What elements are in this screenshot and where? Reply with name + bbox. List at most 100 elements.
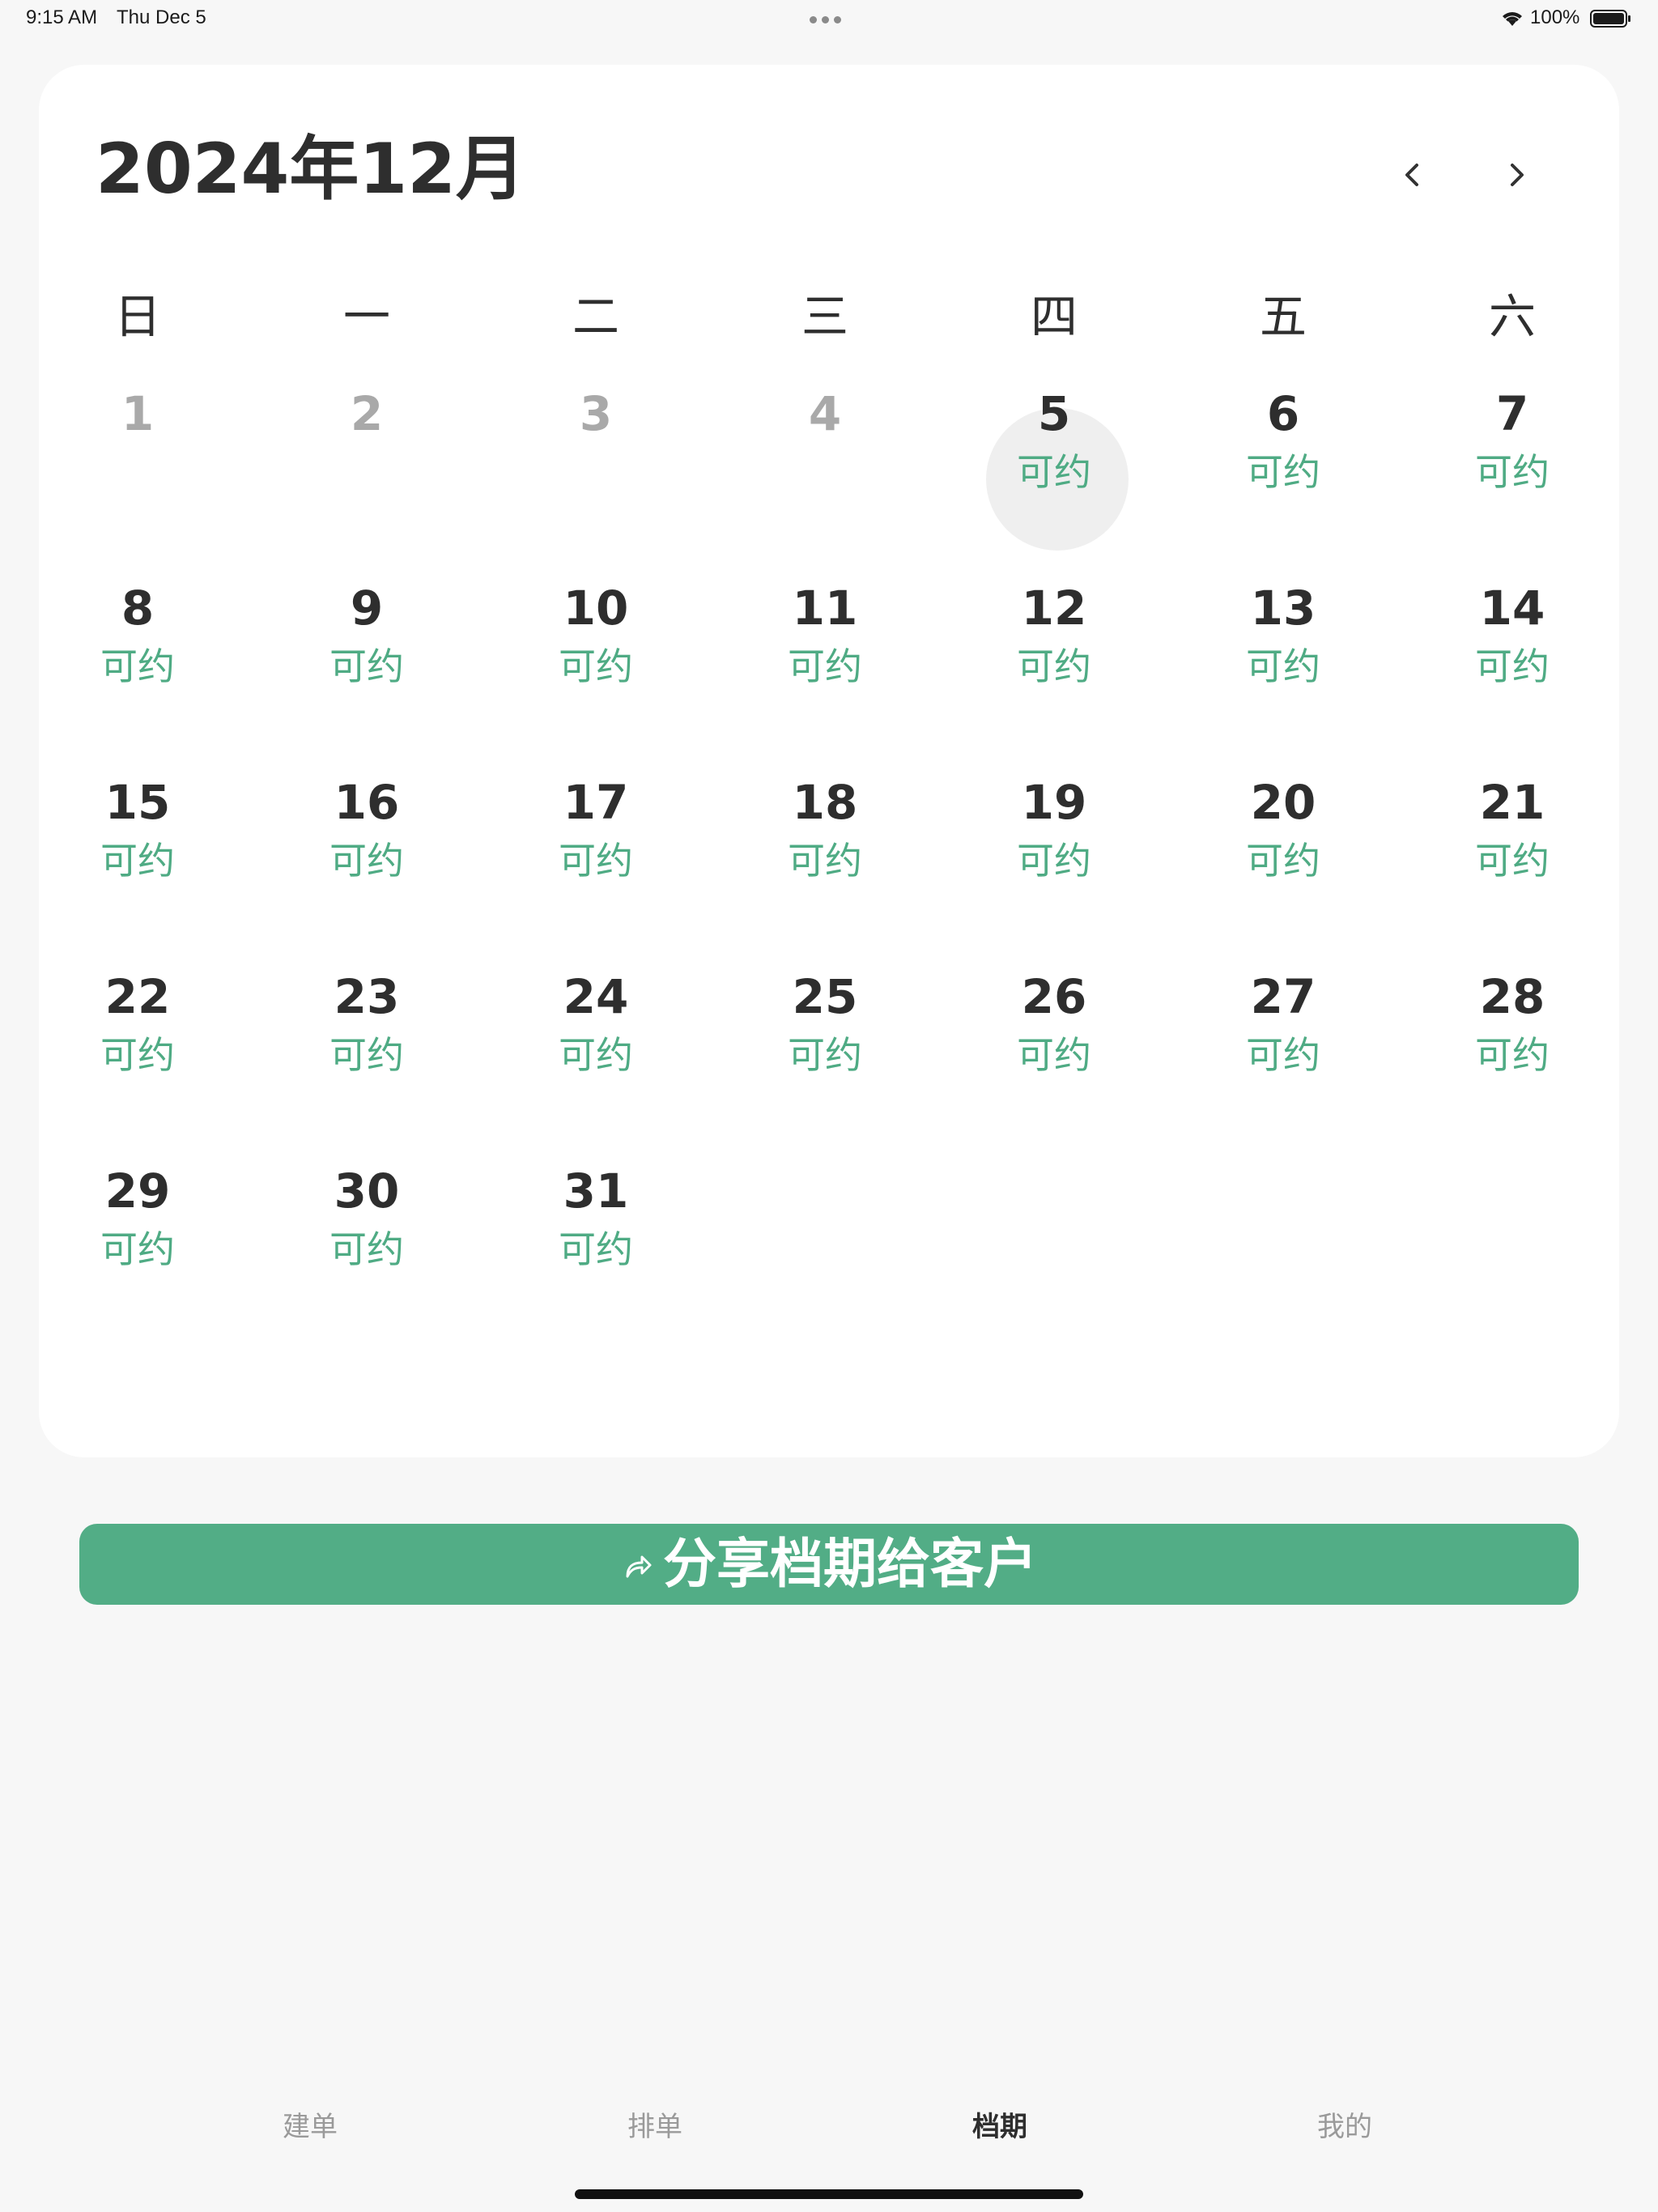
status-time: 9:15 AM [26,6,98,28]
status-date: Thu Dec 5 [117,6,206,28]
calendar-day[interactable]: 29 可约 [57,1168,219,1329]
day-number: 25 [792,969,858,1024]
day-availability: 可约 [329,644,404,688]
day-number: 3 [579,386,613,441]
day-number: 17 [563,775,629,830]
share-icon [626,1555,652,1578]
battery-percentage: 100% [1530,6,1580,28]
day-number: 30 [334,1163,400,1219]
day-availability: 可约 [1017,644,1091,688]
calendar-day[interactable]: 18 可约 [744,779,906,941]
day-number: 31 [563,1163,629,1219]
day-number: 6 [1266,386,1300,441]
day-availability: 可约 [329,1033,404,1077]
calendar-day[interactable]: 17 可约 [515,779,677,941]
day-availability: 可约 [1475,450,1550,494]
tab-create-order[interactable]: 建单 [229,2113,391,2141]
day-availability: 可约 [1246,839,1320,883]
day-number: 18 [792,775,858,830]
day-number: 10 [563,581,629,636]
calendar-day[interactable]: 13 可约 [1202,585,1364,747]
calendar-day[interactable]: 6 可约 [1202,390,1364,552]
weekday-fri: 五 [1259,289,1307,344]
calendar-day[interactable]: 27 可约 [1202,973,1364,1135]
next-month-button[interactable] [1491,149,1543,201]
day-number: 22 [104,969,171,1024]
calendar-day[interactable]: 24 可约 [515,973,677,1135]
day-number: 28 [1479,969,1545,1024]
tab-schedule-orders[interactable]: 排单 [574,2113,736,2141]
calendar-day[interactable]: 3 [515,390,677,552]
calendar-day[interactable]: 8 可约 [57,585,219,747]
day-number: 20 [1250,775,1316,830]
month-title: 2024年12月 [96,129,526,210]
day-number: 21 [1479,775,1545,830]
day-availability: 可约 [1475,644,1550,688]
multitask-dots-icon[interactable] [810,11,848,23]
calendar-day[interactable]: 15 可约 [57,779,219,941]
day-number: 14 [1479,581,1545,636]
weekday-wed: 三 [801,289,848,344]
day-availability: 可约 [1017,1033,1091,1077]
tab-availability[interactable]: 档期 [919,2113,1081,2141]
share-schedule-button[interactable]: 分享档期给客户 [79,1524,1579,1605]
day-number: 12 [1021,581,1087,636]
day-number: 24 [563,969,629,1024]
day-number: 1 [121,386,155,441]
calendar-day[interactable]: 26 可约 [973,973,1135,1135]
weekday-tue: 二 [572,289,619,344]
day-number: 27 [1250,969,1316,1024]
calendar-card: 2024年12月 日 一 二 三 四 五 六 1 2 3 4 5 可约 6 可约 7 可约 8 可约 9… [39,65,1619,1457]
day-availability: 可约 [1246,644,1320,688]
calendar-day[interactable]: 25 可约 [744,973,906,1135]
day-availability: 可约 [788,839,862,883]
day-availability: 可约 [100,1227,175,1271]
wifi-icon [1503,12,1522,26]
day-number: 4 [808,386,842,441]
day-availability: 可约 [100,644,175,688]
calendar-day[interactable]: 30 可约 [286,1168,448,1329]
day-availability: 可约 [559,1033,633,1077]
weekday-sun: 日 [113,289,161,344]
calendar-day[interactable]: 12 可约 [973,585,1135,747]
calendar-day[interactable]: 31 可约 [515,1168,677,1329]
calendar-day[interactable]: 1 [57,390,219,552]
day-availability: 可约 [788,644,862,688]
chevron-right-icon [1511,164,1524,186]
calendar-day[interactable]: 11 可约 [744,585,906,747]
calendar-day[interactable]: 7 可约 [1431,390,1593,552]
day-availability: 可约 [100,839,175,883]
day-number: 7 [1495,386,1529,441]
calendar-day[interactable]: 16 可约 [286,779,448,941]
day-availability: 可约 [329,839,404,883]
day-number: 8 [121,581,155,636]
calendar-day[interactable]: 23 可约 [286,973,448,1135]
calendar-day[interactable]: 20 可约 [1202,779,1364,941]
day-number: 5 [1037,386,1071,441]
day-number: 16 [334,775,400,830]
calendar-day[interactable]: 22 可约 [57,973,219,1135]
calendar-day[interactable]: 2 [286,390,448,552]
calendar-day[interactable]: 4 [744,390,906,552]
status-bar: 9:15 AM Thu Dec 5 100% [0,0,1658,39]
home-indicator [575,2189,1083,2199]
day-number: 15 [104,775,171,830]
day-availability: 可约 [1017,839,1091,883]
day-number: 9 [350,581,384,636]
calendar-day[interactable]: 28 可约 [1431,973,1593,1135]
day-availability: 可约 [788,1033,862,1077]
day-availability: 可约 [329,1227,404,1271]
day-availability: 可约 [559,644,633,688]
calendar-day[interactable]: 10 可约 [515,585,677,747]
share-button-label: 分享档期给客户 [663,1533,1037,1595]
calendar-day[interactable]: 5 可约 [973,390,1135,552]
prev-month-button[interactable] [1386,149,1438,201]
day-availability: 可约 [1246,1033,1320,1077]
tab-mine[interactable]: 我的 [1264,2113,1426,2141]
calendar-day[interactable]: 9 可约 [286,585,448,747]
calendar-day[interactable]: 14 可约 [1431,585,1593,747]
tab-bar: 建单 排单 档期 我的 [0,2089,1658,2170]
calendar-day[interactable]: 21 可约 [1431,779,1593,941]
battery-icon [1590,10,1630,28]
calendar-day[interactable]: 19 可约 [973,779,1135,941]
